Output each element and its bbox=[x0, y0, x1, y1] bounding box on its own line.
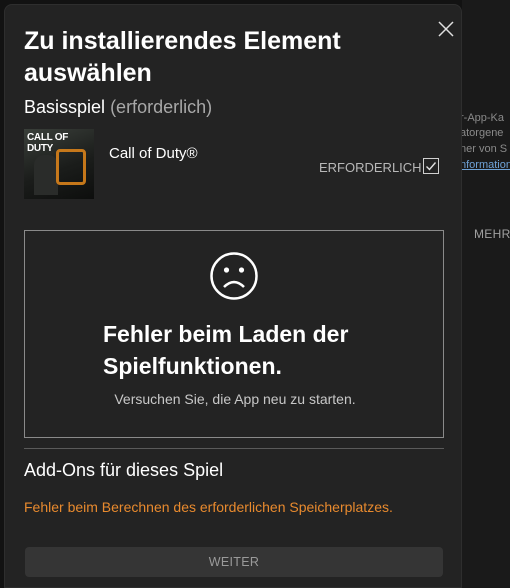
base-game-qualifier: (erforderlich) bbox=[110, 97, 213, 117]
background-link[interactable]: nformation bbox=[460, 158, 510, 172]
background-text: atorgene bbox=[460, 127, 504, 139]
background-panel bbox=[462, 0, 510, 588]
cover-emblem bbox=[56, 149, 86, 185]
background-text: r-App-Ka bbox=[460, 112, 505, 124]
continue-button[interactable]: WEITER bbox=[25, 547, 443, 577]
install-dialog: Zu installierendes Element auswählen Bas… bbox=[4, 4, 462, 588]
section-divider bbox=[24, 448, 444, 449]
game-logo: CALL OF DUTY bbox=[27, 132, 69, 154]
error-title: Fehler beim Laden der Spielfunktionen. bbox=[103, 321, 349, 379]
base-game-heading: Basisspiel (erforderlich) bbox=[24, 96, 212, 118]
game-cover-image: CALL OF DUTY bbox=[24, 129, 94, 199]
storage-error-message: Fehler beim Berechnen des erforderlichen… bbox=[24, 499, 393, 515]
base-game-label: Basisspiel bbox=[24, 97, 106, 117]
dialog-title: Zu installierendes Element auswählen bbox=[24, 27, 341, 87]
sad-face-icon bbox=[210, 252, 258, 300]
checkmark-icon bbox=[426, 162, 437, 171]
base-game-checkbox[interactable] bbox=[423, 158, 439, 174]
game-name: Call of Duty® bbox=[109, 145, 198, 162]
error-panel: Fehler beim Laden der Spielfunktionen. V… bbox=[24, 230, 444, 438]
addons-heading: Add-Ons für dieses Spiel bbox=[24, 460, 224, 480]
required-label: ERFORDERLICH bbox=[319, 160, 422, 175]
cover-figure bbox=[34, 155, 58, 195]
background-text: ner von S bbox=[460, 143, 508, 155]
close-icon bbox=[438, 21, 454, 37]
background-more-button[interactable]: MEHR bbox=[474, 227, 510, 241]
error-subtitle: Versuchen Sie, die App neu zu starten. bbox=[114, 391, 356, 407]
close-button[interactable] bbox=[432, 15, 460, 43]
